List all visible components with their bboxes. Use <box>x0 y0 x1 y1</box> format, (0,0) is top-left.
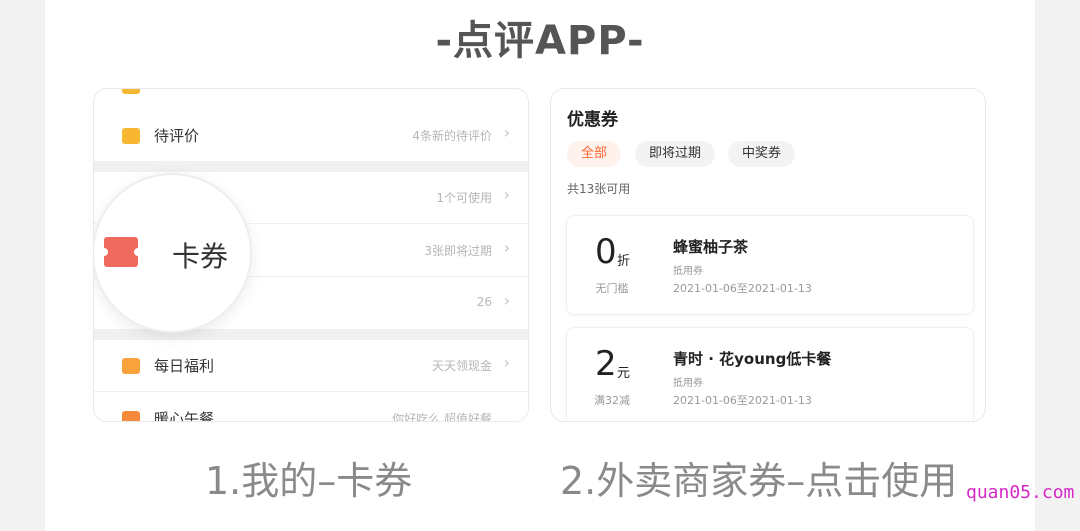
gift-icon <box>122 358 140 374</box>
coupon-date: 2021-01-06至2021-01-13 <box>673 394 812 407</box>
coupon-type: 抵用券 <box>673 378 703 389</box>
list-item-hint: 你好吃么 超值好餐 <box>392 412 492 422</box>
coupon-condition: 无门槛 <box>595 282 629 295</box>
watermark: quan05.com <box>966 482 1075 503</box>
tab-prize[interactable]: 中奖券 <box>728 141 796 167</box>
coupon-name: 蜂蜜柚子茶 <box>673 238 749 256</box>
list-item-hint: 4条新的待评价 <box>412 129 492 143</box>
chevron-right-icon: › <box>503 123 510 142</box>
coupon-type: 抵用券 <box>673 266 703 277</box>
caption-left: 1.我的–卡券 <box>205 459 413 503</box>
caption-right: 2.外卖商家券–点击使用 <box>560 459 958 503</box>
coupon-unit: 折 <box>617 254 631 269</box>
list-item-hint: 26 <box>476 295 492 309</box>
coupon-card[interactable]: 2 元 满32减 青时 · 花young低卡餐 抵用券 2021-01-06至2… <box>566 327 974 421</box>
list-item-daily-welfare[interactable]: 每日福利 天天领现金 › <box>94 341 528 392</box>
magnifier-circle: 卡券 <box>94 175 250 331</box>
list-item-label: 暖心午餐 <box>154 410 215 422</box>
list-item-hint: 1个可使用 <box>436 191 492 205</box>
coupon-card[interactable]: 0 折 无门槛 蜂蜜柚子茶 抵用券 2021-01-06至2021-01-13 <box>566 215 974 315</box>
coupons-label[interactable]: 卡券 <box>172 235 228 275</box>
coupon-amount: 0 <box>595 232 617 272</box>
coupon-name: 青时 · 花young低卡餐 <box>673 350 832 368</box>
list-item-pending-review[interactable]: 待评价 4条新的待评价 › <box>94 111 528 162</box>
list-item-hint: 天天领现金 <box>431 359 492 373</box>
divider <box>94 162 528 172</box>
page-title: -点评APP- <box>435 18 645 64</box>
coupon-condition: 满32减 <box>594 394 630 407</box>
coupon-unit: 元 <box>617 366 631 381</box>
folder-icon <box>122 89 140 94</box>
divider <box>94 330 528 340</box>
list-item-label: 待评价 <box>154 127 200 145</box>
tab-expiring[interactable]: 即将过期 <box>635 141 716 167</box>
list-item-lunch[interactable]: 暖心午餐 你好吃么 超值好餐 <box>94 394 528 422</box>
chevron-right-icon: › <box>503 353 510 372</box>
my-page-screenshot: 待评价 4条新的待评价 › 1个可使用 › 3张即将过期 › 26 › 每日福利… <box>93 88 529 422</box>
list-item-partial-top <box>94 89 528 112</box>
coupon-page-title: 优惠券 <box>567 110 618 130</box>
tab-all[interactable]: 全部 <box>567 141 622 167</box>
coupon-amount: 2 <box>595 344 617 384</box>
available-count: 共13张可用 <box>567 182 631 196</box>
chevron-right-icon: › <box>503 185 510 204</box>
list-item-label: 每日福利 <box>154 357 215 375</box>
coupon-date: 2021-01-06至2021-01-13 <box>673 282 812 295</box>
coupon-page-screenshot: 优惠券 全部 即将过期 中奖券 共13张可用 0 折 无门槛 蜂蜜柚子茶 抵用券… <box>550 88 986 422</box>
review-icon <box>122 128 140 144</box>
chevron-right-icon: › <box>503 238 510 257</box>
heart-icon <box>122 411 140 421</box>
list-item-hint: 3张即将过期 <box>424 244 492 258</box>
ticket-icon <box>100 237 142 267</box>
chevron-right-icon: › <box>503 291 510 310</box>
